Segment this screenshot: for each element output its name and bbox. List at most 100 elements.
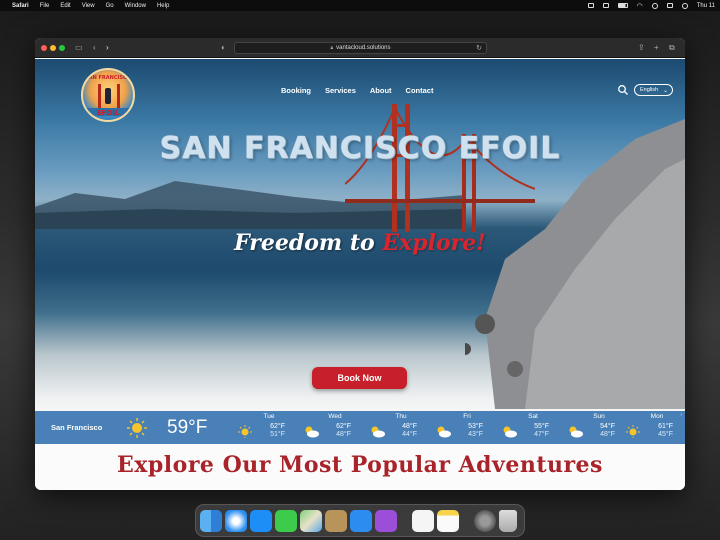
book-now-button[interactable]: Book Now xyxy=(312,367,407,389)
nav-booking[interactable]: Booking xyxy=(281,86,311,95)
reminders-icon[interactable] xyxy=(412,510,434,532)
forecast-low: 45°F xyxy=(658,431,673,438)
forecast-day: Mon 61°F 45°F xyxy=(621,413,683,443)
weather-widget: San Francisco 59°F Tue 62°F 51°F Wed 62°… xyxy=(35,411,685,444)
forecast-high: 61°F xyxy=(658,423,673,430)
back-icon[interactable]: ‹ xyxy=(93,42,96,54)
forecast-day: Wed 62°F 48°F xyxy=(299,413,361,443)
app-store-icon[interactable] xyxy=(250,510,272,532)
forecast-high: 53°F xyxy=(468,423,483,430)
logo-tower-right xyxy=(117,84,120,110)
forecast-day-name: Tue xyxy=(263,413,275,420)
language-value: English xyxy=(640,87,659,93)
weather-scroll-icon[interactable]: › xyxy=(680,412,682,418)
sun-icon xyxy=(626,425,640,438)
forecast-day-name: Wed xyxy=(328,413,342,420)
forecast-day-name: Thu xyxy=(395,413,407,420)
battery-icon[interactable] xyxy=(617,3,628,8)
control-center-icon[interactable] xyxy=(666,3,673,8)
trash-icon[interactable] xyxy=(499,510,517,532)
nav-about[interactable]: About xyxy=(370,86,392,95)
menu-bar: Safari File Edit View Go Window Help ◠ T… xyxy=(0,0,720,11)
url-text: vantacloud.solutions xyxy=(336,45,391,51)
screen-mirror-icon[interactable] xyxy=(587,3,594,8)
popular-adventures-section: Explore Our Most Popular Adventures xyxy=(35,444,685,490)
partly-cloudy-icon xyxy=(569,426,583,438)
tab-overview-icon[interactable]: ⧉ xyxy=(669,42,675,54)
lock-icon: 🔒︎ xyxy=(330,45,334,51)
close-window-icon[interactable] xyxy=(41,45,47,51)
notes-icon[interactable] xyxy=(437,510,459,532)
logo-tower-left xyxy=(98,84,101,110)
forward-icon[interactable]: › xyxy=(106,42,109,54)
tagline-white: Freedom to xyxy=(234,230,383,256)
maps-icon[interactable] xyxy=(300,510,322,532)
hero-title: SAN FRANCISCO EFOIL xyxy=(159,131,561,166)
menu-app-name[interactable]: Safari xyxy=(12,3,29,9)
forecast-high: 48°F xyxy=(402,423,417,430)
web-page: SAN FRANCISCO EFOIL Booking Services Abo… xyxy=(35,59,685,490)
forecast-day: Sat 55°F 47°F xyxy=(497,413,559,443)
chevron-down-icon: ⌄ xyxy=(662,87,668,94)
new-tab-icon[interactable]: + xyxy=(654,42,659,54)
logo-text: SAN FRANCISCO xyxy=(85,75,131,81)
privacy-shield-icon[interactable]: ◐ xyxy=(221,42,226,54)
address-bar[interactable]: 🔒︎ vantacloud.solutions ↻ xyxy=(234,42,487,54)
minimize-window-icon[interactable] xyxy=(50,45,56,51)
forecast-low: 51°F xyxy=(270,431,285,438)
sidebar-toggle-icon[interactable]: ▭ xyxy=(75,42,83,54)
menu-clock[interactable]: Thu 11 xyxy=(697,3,715,9)
menu-edit[interactable]: Edit xyxy=(60,3,70,9)
weather-city: San Francisco xyxy=(51,423,103,432)
partly-cloudy-icon xyxy=(437,426,451,438)
forecast-low: 48°F xyxy=(600,431,615,438)
forecast-low: 48°F xyxy=(336,431,351,438)
search-icon[interactable] xyxy=(617,84,629,96)
browser-toolbar: ▭ ‹ › ◐ 🔒︎ vantacloud.solutions ↻ ⇪ + ⧉ xyxy=(35,38,685,58)
menu-window[interactable]: Window xyxy=(125,3,146,9)
main-nav: Booking Services About Contact xyxy=(281,86,433,95)
share-icon[interactable]: ⇪ xyxy=(638,42,645,54)
section-title: Explore Our Most Popular Adventures xyxy=(117,452,603,478)
partly-cloudy-icon xyxy=(503,426,517,438)
sun-icon xyxy=(238,425,252,438)
finder-icon[interactable] xyxy=(200,510,222,532)
messages-icon[interactable] xyxy=(275,510,297,532)
language-select[interactable]: English ⌄ xyxy=(634,84,673,96)
siri-icon[interactable] xyxy=(681,2,688,9)
podcasts-icon[interactable] xyxy=(375,510,397,532)
partly-cloudy-icon xyxy=(371,426,385,438)
safari-icon[interactable] xyxy=(225,510,247,532)
menu-go[interactable]: Go xyxy=(106,3,114,9)
display-icon[interactable] xyxy=(602,3,609,8)
wifi-icon[interactable]: ◠ xyxy=(637,2,643,10)
forecast-high: 54°F xyxy=(600,423,615,430)
menu-view[interactable]: View xyxy=(82,3,95,9)
menu-help[interactable]: Help xyxy=(157,3,169,9)
forecast-low: 43°F xyxy=(468,431,483,438)
mail-icon[interactable] xyxy=(350,510,372,532)
forecast-day-name: Sun xyxy=(593,413,605,420)
system-settings-icon[interactable] xyxy=(474,510,496,532)
nav-services[interactable]: Services xyxy=(325,86,356,95)
nav-contact[interactable]: Contact xyxy=(406,86,434,95)
forecast-high: 55°F xyxy=(534,423,549,430)
forecast-day-name: Sat xyxy=(528,413,538,420)
current-temperature: 59°F xyxy=(167,417,208,438)
hero-tagline: Freedom to Explore! xyxy=(35,230,685,256)
logo-rider-figure xyxy=(105,88,111,104)
forecast-day: Tue 62°F 51°F xyxy=(233,413,295,443)
reload-icon[interactable]: ↻ xyxy=(476,43,482,54)
user-icon[interactable] xyxy=(651,2,658,9)
forecast-day: Thu 48°F 44°F xyxy=(365,413,427,443)
forecast-low: 44°F xyxy=(402,431,417,438)
forecast-high: 62°F xyxy=(270,423,285,430)
forecast-day: Fri 53°F 43°F xyxy=(431,413,493,443)
site-logo[interactable]: SAN FRANCISCO EFOIL xyxy=(81,68,135,122)
notes-scanner-icon[interactable] xyxy=(325,510,347,532)
menu-file[interactable]: File xyxy=(40,3,50,9)
zoom-window-icon[interactable] xyxy=(59,45,65,51)
forecast-day: Sun 54°F 48°F xyxy=(563,413,625,443)
safari-window: ▭ ‹ › ◐ 🔒︎ vantacloud.solutions ↻ ⇪ + ⧉ xyxy=(35,38,685,490)
forecast-day-name: Mon xyxy=(650,413,664,420)
